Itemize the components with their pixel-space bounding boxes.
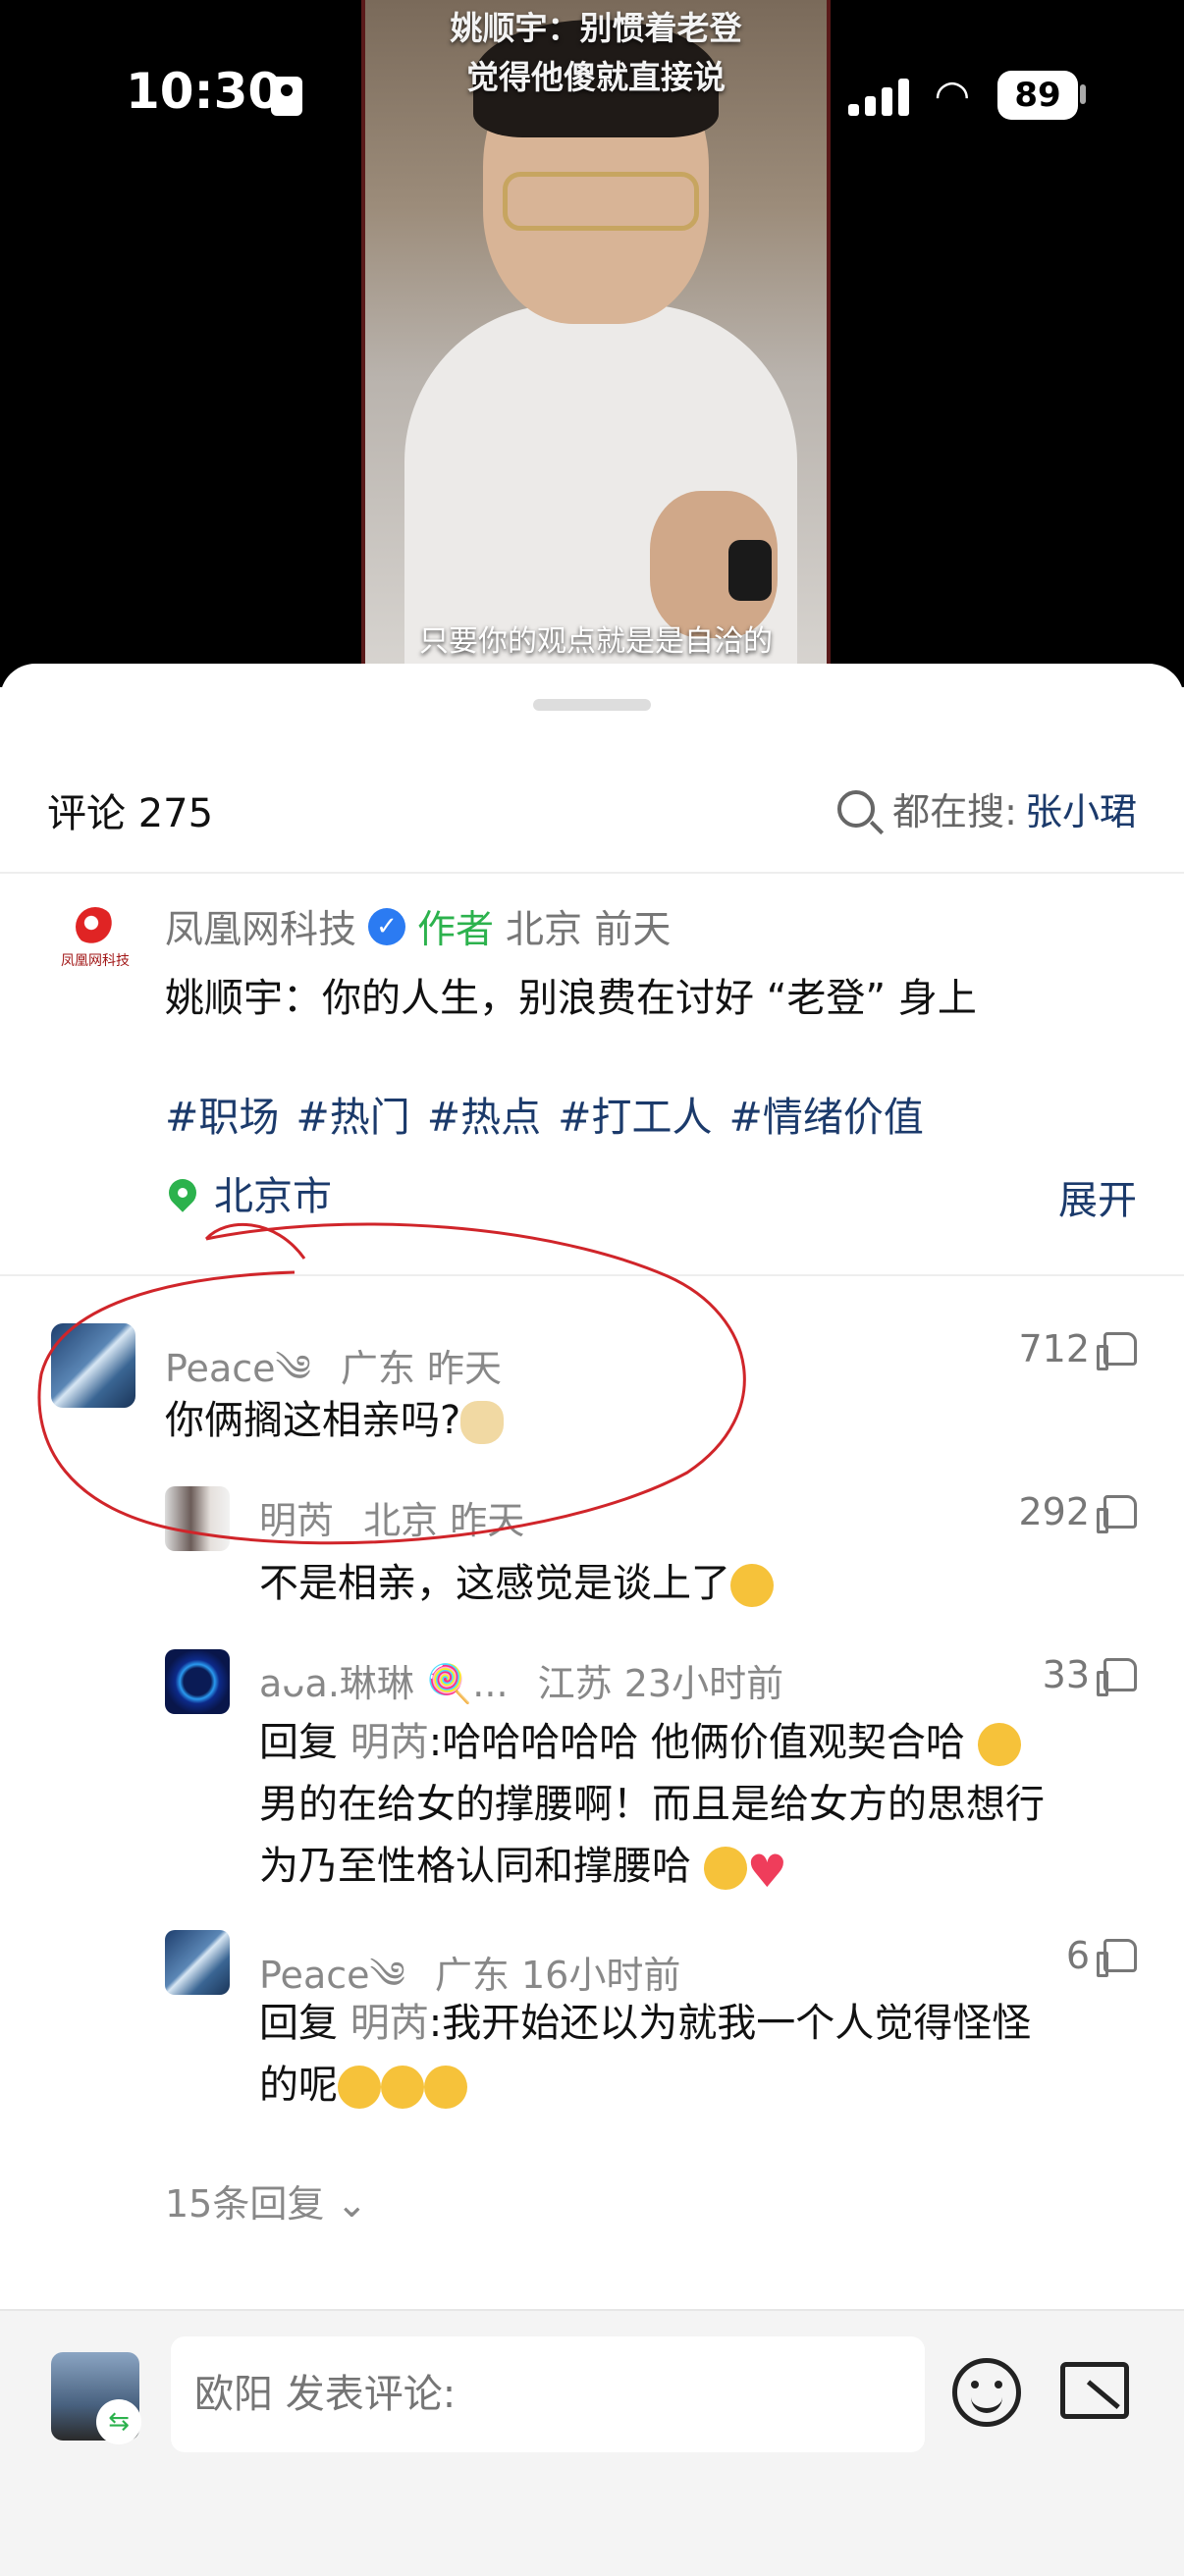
phoenix-logo-icon — [76, 907, 115, 946]
search-prefix: 都在搜: — [892, 790, 1017, 833]
video-subtitle: 只要你的观点就是是自洽的 — [419, 624, 773, 659]
replier-name[interactable]: aᴗa.琳琳 🍭... — [259, 1662, 509, 1705]
post-author-line: 凤凰网科技 ✓ 作者 北京 前天 — [165, 899, 671, 954]
reply-text: 回复 明芮:哈哈哈哈哈 他俩价值观契合哈 男的在给女的撑腰啊！而且是给女方的思想… — [259, 1712, 1143, 1903]
post-author-name[interactable]: 凤凰网科技 — [165, 899, 356, 954]
video-person-glasses — [503, 172, 699, 231]
image-picker-icon[interactable] — [1060, 2362, 1129, 2419]
comment-text: 你俩搁这相亲吗? — [165, 1390, 505, 1452]
thumbs-up-icon — [1097, 1495, 1137, 1533]
comments-sheet: 评论 275 都在搜: 张小珺 凤凰网科技 凤凰网科技 ✓ 作者 北京 前天 姚… — [0, 664, 1184, 2574]
replier-name[interactable]: 明芮 — [259, 1499, 334, 1542]
laughing-crying-emoji-icon — [381, 2066, 424, 2109]
reply-location-time: 广东 16小时前 — [434, 1954, 681, 1997]
post-meta: 北京 前天 — [506, 908, 672, 952]
video-title-line2: 觉得他傻就直接说 — [466, 58, 726, 96]
author-tag: 作者 — [417, 908, 495, 952]
reply-location-time: 北京 昨天 — [363, 1499, 525, 1542]
avatar[interactable] — [51, 1323, 135, 1408]
comment-body: 你俩搁这相亲吗? — [165, 1398, 461, 1443]
post-location[interactable]: 北京市 — [163, 1164, 332, 1221]
author-logo[interactable]: 凤凰网科技 — [51, 907, 139, 976]
comment-location-time: 广东 昨天 — [340, 1347, 502, 1390]
replier-name[interactable]: Peace༄ — [259, 1954, 405, 1997]
reply-body-line1: :我开始还以为就我一个人觉得怪怪 — [428, 2001, 1032, 2046]
reply-location-time: 江苏 23小时前 — [537, 1662, 784, 1705]
reply-to-name[interactable]: 明芮 — [350, 1720, 429, 1765]
video-frame: 姚顺宇：别惯着老登 觉得他傻就直接说 只要你的观点就是是自洽的 — [361, 0, 831, 687]
reply-body-line1: :哈哈哈哈哈 他俩价值观契合哈 — [428, 1720, 965, 1765]
battery-cap — [1080, 84, 1086, 104]
reply-to-name[interactable]: 明芮 — [350, 2001, 429, 2046]
header-divider — [0, 872, 1184, 874]
avatar[interactable] — [165, 1486, 230, 1551]
like-count: 292 — [1018, 1490, 1090, 1533]
thumbs-up-icon — [1097, 1939, 1137, 1977]
thumbs-up-icon — [1097, 1658, 1137, 1696]
reply-body-line3: 为乃至性格认同和撑腰哈 — [259, 1844, 691, 1889]
thumbs-up-icon — [1097, 1332, 1137, 1370]
location-pin-icon — [163, 1173, 202, 1212]
like-button[interactable]: 292 — [1018, 1490, 1137, 1533]
trending-search[interactable]: 都在搜: 张小珺 — [837, 781, 1137, 835]
commenter-name[interactable]: Peace༄ — [165, 1347, 311, 1390]
cellular-signal-icon — [848, 77, 909, 116]
microphone — [728, 540, 772, 601]
laughing-crying-emoji-icon — [424, 2066, 467, 2109]
like-button[interactable]: 6 — [1066, 1934, 1137, 1977]
id-card-icon — [271, 77, 302, 116]
status-time: 10:30 — [126, 63, 283, 120]
like-button[interactable]: 712 — [1018, 1327, 1137, 1370]
emoji-picker-icon[interactable] — [952, 2358, 1021, 2427]
reply-meta: 明芮 北京 昨天 — [259, 1490, 524, 1544]
wifi-icon: ◠ — [934, 71, 971, 119]
comment-composer-bar: ⇆ — [0, 2309, 1184, 2576]
reply-text: 回复 明芮:我开始还以为就我一个人觉得怪怪 的呢 — [259, 1993, 1143, 2117]
reply-body-line2: 男的在给女的撑腰啊！而且是给女方的思想行 — [259, 1782, 1045, 1827]
expand-button[interactable]: 展开 — [1058, 1168, 1137, 1225]
location-label[interactable]: 北京市 — [214, 1164, 332, 1221]
more-replies-link[interactable]: 15条回复 ⌄ — [165, 2174, 367, 2227]
video-title-line1: 姚顺宇：别惯着老登 — [450, 9, 742, 47]
reply-prefix: 回复 — [259, 1720, 338, 1765]
reply-body-line2: 的呢 — [259, 2063, 338, 2108]
post-divider — [0, 1274, 1184, 1276]
switch-account-icon[interactable]: ⇆ — [96, 2399, 141, 2444]
search-icon — [837, 789, 876, 828]
comment-input[interactable] — [171, 2336, 925, 2452]
verified-badge-icon: ✓ — [368, 908, 406, 945]
reply-meta: aᴗa.琳琳 🍭... 江苏 23小时前 — [259, 1653, 783, 1707]
avatar[interactable] — [165, 1649, 230, 1714]
like-count: 33 — [1042, 1653, 1090, 1696]
laughing-crying-emoji-icon — [338, 2066, 381, 2109]
logo-text: 凤凰网科技 — [61, 953, 130, 969]
reply-body: 不是相亲，这感觉是谈上了 — [259, 1561, 730, 1606]
comments-count-title: 评论 275 — [47, 791, 214, 836]
laughing-crying-emoji-icon — [730, 1564, 774, 1607]
reply-text: 不是相亲，这感觉是谈上了 — [259, 1553, 774, 1615]
battery-indicator: 89 — [997, 71, 1078, 120]
post-hashtags[interactable]: #职场 #热门 #热点 #打工人 #情绪价值 — [165, 1084, 924, 1143]
like-count: 6 — [1065, 1934, 1090, 1977]
avatar[interactable] — [165, 1930, 230, 1995]
reply-prefix: 回复 — [259, 2001, 338, 2046]
cat-emoji-icon — [460, 1401, 505, 1444]
heart-emoji-icon — [747, 1841, 792, 1903]
like-count: 712 — [1018, 1327, 1090, 1370]
grinning-emoji-icon — [703, 1847, 747, 1890]
post-text: 姚顺宇：你的人生，别浪费在讨好 “老登” 身上 — [165, 976, 977, 1021]
sheet-drag-handle[interactable] — [533, 699, 651, 711]
grinning-emoji-icon — [977, 1723, 1021, 1766]
like-button[interactable]: 33 — [1043, 1653, 1137, 1696]
search-term[interactable]: 张小珺 — [1025, 781, 1137, 835]
